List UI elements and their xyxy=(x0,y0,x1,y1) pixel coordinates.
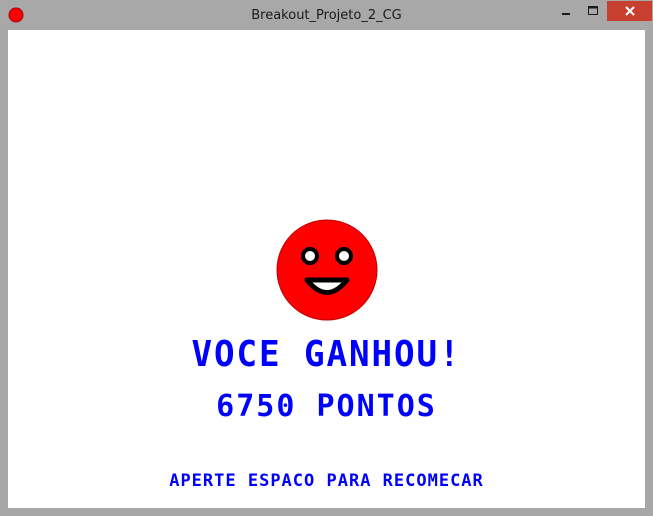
restart-hint: APERTE ESPACO PARA RECOMECAR xyxy=(169,471,484,491)
minimize-button[interactable] xyxy=(553,1,579,21)
maximize-button[interactable] xyxy=(580,1,606,21)
smiley-face-icon xyxy=(276,219,378,321)
minimize-icon xyxy=(562,13,570,15)
score-text: 6750 PONTOS xyxy=(216,389,437,424)
maximize-icon xyxy=(587,6,598,15)
title-bar[interactable]: Breakout_Projeto_2_CG xyxy=(0,0,653,30)
win-headline: VOCE GANHOU! xyxy=(191,334,462,375)
close-icon xyxy=(624,6,635,16)
close-button[interactable] xyxy=(607,1,652,21)
app-window: Breakout_Projeto_2_CG VOCE GANHOU! 6750 … xyxy=(0,0,653,516)
game-canvas[interactable]: VOCE GANHOU! 6750 PONTOS APERTE ESPACO P… xyxy=(8,30,645,508)
